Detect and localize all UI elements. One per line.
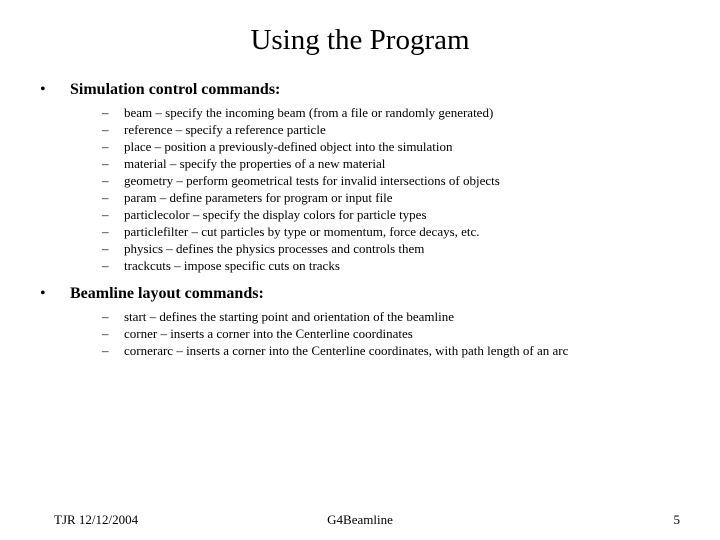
item-text: trackcuts – impose specific cuts on trac… xyxy=(124,258,340,273)
list-item: –reference – specify a reference particl… xyxy=(102,121,680,138)
item-text: material – specify the properties of a n… xyxy=(124,156,385,171)
dash-icon: – xyxy=(102,325,109,342)
item-text: particlecolor – specify the display colo… xyxy=(124,207,427,222)
list-item: –particlecolor – specify the display col… xyxy=(102,206,680,223)
list-item: –corner – inserts a corner into the Cent… xyxy=(102,325,680,342)
list-item: –start – defines the starting point and … xyxy=(102,308,680,325)
bullet-icon: • xyxy=(40,284,46,304)
dash-icon: – xyxy=(102,172,109,189)
section-heading: Beamline layout commands: xyxy=(70,285,264,302)
item-text: param – define parameters for program or… xyxy=(124,190,393,205)
item-text: start – defines the starting point and o… xyxy=(124,309,454,324)
item-text: place – position a previously-defined ob… xyxy=(124,139,453,154)
dash-icon: – xyxy=(102,121,109,138)
section-simulation-control: • Simulation control commands: –beam – s… xyxy=(40,80,680,274)
dash-icon: – xyxy=(102,155,109,172)
bullet-icon: • xyxy=(40,80,46,100)
slide-body: • Simulation control commands: –beam – s… xyxy=(40,80,680,369)
item-text: corner – inserts a corner into the Cente… xyxy=(124,326,413,341)
section-beamline-layout: • Beamline layout commands: –start – def… xyxy=(40,284,680,359)
dash-icon: – xyxy=(102,138,109,155)
section-heading: Simulation control commands: xyxy=(70,81,280,98)
list-item: –material – specify the properties of a … xyxy=(102,155,680,172)
list-item: –place – position a previously-defined o… xyxy=(102,138,680,155)
dash-icon: – xyxy=(102,257,109,274)
list-item: –param – define parameters for program o… xyxy=(102,189,680,206)
list-item: –trackcuts – impose specific cuts on tra… xyxy=(102,257,680,274)
list-item: –geometry – perform geometrical tests fo… xyxy=(102,172,680,189)
dash-icon: – xyxy=(102,223,109,240)
item-text: reference – specify a reference particle xyxy=(124,122,326,137)
dash-icon: – xyxy=(102,189,109,206)
dash-icon: – xyxy=(102,342,109,359)
item-text: particlefilter – cut particles by type o… xyxy=(124,224,480,239)
outline-list: • Simulation control commands: –beam – s… xyxy=(40,80,680,359)
item-text: beam – specify the incoming beam (from a… xyxy=(124,105,493,120)
item-text: cornerarc – inserts a corner into the Ce… xyxy=(124,343,568,358)
slide-title: Using the Program xyxy=(0,24,720,57)
dash-icon: – xyxy=(102,206,109,223)
dash-icon: – xyxy=(102,240,109,257)
item-list: –beam – specify the incoming beam (from … xyxy=(70,104,680,274)
list-item: –particlefilter – cut particles by type … xyxy=(102,223,680,240)
footer-center: G4Beamline xyxy=(0,512,720,528)
item-text: geometry – perform geometrical tests for… xyxy=(124,173,500,188)
list-item: –cornerarc – inserts a corner into the C… xyxy=(102,342,680,359)
item-text: physics – defines the physics processes … xyxy=(124,241,424,256)
dash-icon: – xyxy=(102,308,109,325)
list-item: –physics – defines the physics processes… xyxy=(102,240,680,257)
list-item: –beam – specify the incoming beam (from … xyxy=(102,104,680,121)
dash-icon: – xyxy=(102,104,109,121)
item-list: –start – defines the starting point and … xyxy=(70,308,680,359)
slide: Using the Program • Simulation control c… xyxy=(0,0,720,540)
footer-right-page-number: 5 xyxy=(674,512,681,528)
